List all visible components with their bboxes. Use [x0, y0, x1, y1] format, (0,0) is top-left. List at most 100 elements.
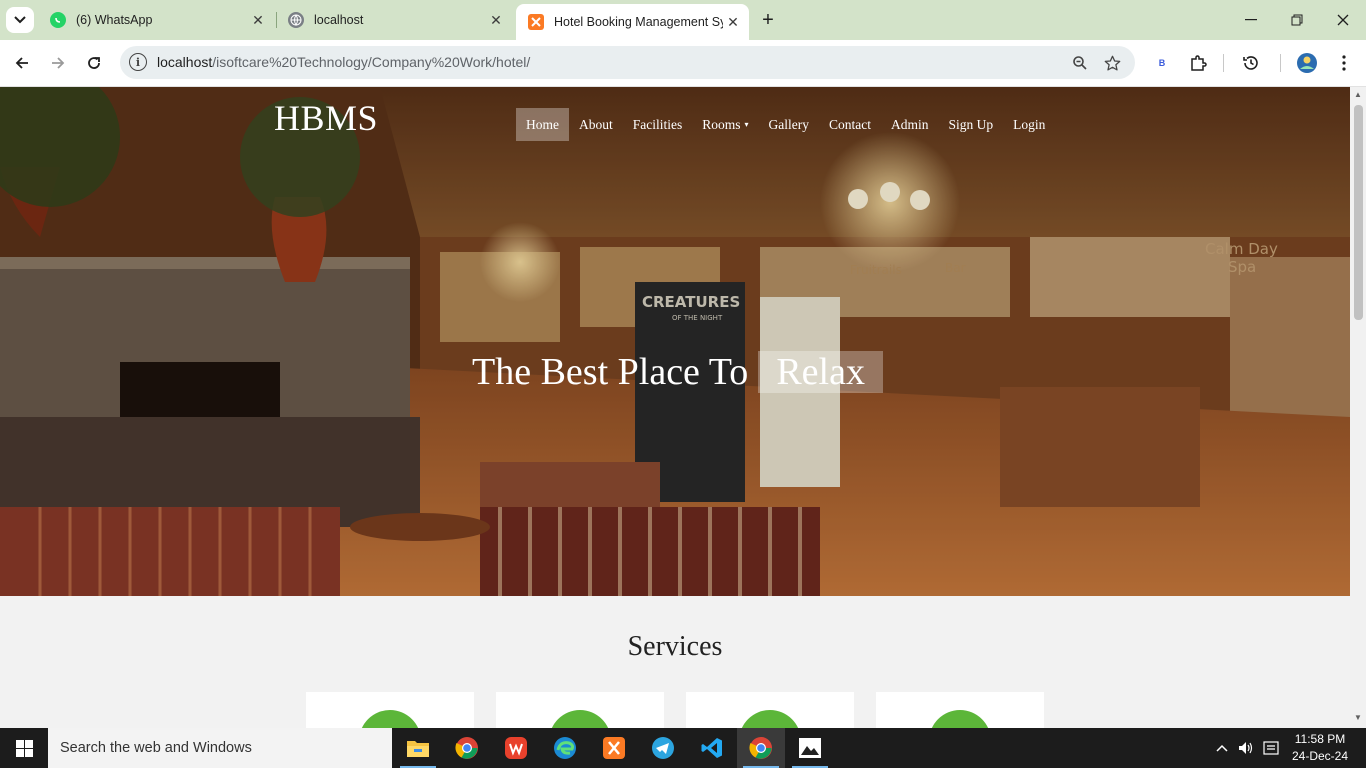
clock-time: 11:58 PM: [1294, 732, 1346, 746]
photos-icon: [799, 738, 821, 758]
windows-taskbar: Search the web and Windows 11:58 PM 24-D…: [0, 728, 1366, 768]
hero-headline: The Best Place To Relax: [472, 350, 883, 394]
extension-badge: B: [1158, 58, 1166, 68]
url-text[interactable]: localhost/isoftcare%20Technology/Company…: [157, 54, 530, 70]
hero-section: CREATURES OF THE NIGHT Fruitrails Bar Ca…: [0, 87, 1350, 596]
restore-icon: [1291, 14, 1303, 26]
nav-gallery[interactable]: Gallery: [759, 108, 819, 141]
minimize-button[interactable]: [1236, 8, 1266, 32]
nav-about[interactable]: About: [569, 108, 623, 141]
volume-icon[interactable]: [1236, 728, 1256, 768]
close-icon: [1337, 14, 1349, 26]
nav-home[interactable]: Home: [516, 108, 569, 141]
nav-login[interactable]: Login: [1003, 108, 1055, 141]
search-placeholder: Search the web and Windows: [60, 740, 252, 756]
service-card[interactable]: [686, 692, 854, 728]
new-tab-button[interactable]: +: [756, 8, 780, 32]
plus-icon: +: [762, 8, 774, 31]
page-scrollbar[interactable]: ▲ ▼: [1350, 87, 1366, 728]
profile-avatar[interactable]: [1296, 52, 1318, 74]
windows-logo-icon: [15, 739, 33, 757]
back-button[interactable]: [9, 50, 35, 76]
nav-label: Gallery: [768, 116, 810, 132]
service-icon: [929, 710, 991, 728]
site-info-icon[interactable]: i: [129, 53, 147, 71]
service-card[interactable]: [306, 692, 474, 728]
menu-kebab-icon[interactable]: [1333, 52, 1355, 74]
tab-search-button[interactable]: [6, 7, 34, 33]
action-center-icon[interactable]: [1260, 728, 1282, 768]
bookmark-star-icon[interactable]: [1102, 53, 1122, 73]
url-path: /isoftcare%20Technology/Company%20Work/h…: [212, 54, 531, 70]
taskbar-photos[interactable]: [786, 728, 834, 768]
tab-hotel-booking[interactable]: Hotel Booking Management Sy ✕: [516, 4, 749, 40]
globe-icon: [288, 12, 304, 28]
nav-label: Home: [526, 116, 559, 132]
tab-title: Hotel Booking Management Sy: [554, 15, 723, 29]
service-icon: [359, 710, 421, 728]
vscode-icon: [701, 738, 722, 758]
taskbar-telegram[interactable]: [639, 728, 687, 768]
arrow-left-icon: [15, 57, 28, 69]
forward-button[interactable]: [45, 50, 71, 76]
taskbar-wps-office[interactable]: [492, 728, 540, 768]
chevron-down-icon: [14, 16, 26, 24]
url-host: localhost: [157, 54, 213, 70]
service-card[interactable]: [876, 692, 1044, 728]
caret-down-icon: ▾: [744, 120, 749, 129]
address-bar[interactable]: i localhost/isoftcare%20Technology/Compa…: [120, 46, 1135, 79]
nav-sign-up[interactable]: Sign Up: [939, 108, 1004, 141]
restore-button[interactable]: [1282, 8, 1312, 32]
nav-label: Contact: [829, 116, 872, 132]
telegram-icon: [652, 737, 674, 759]
chrome-icon: [455, 737, 478, 759]
taskbar-chrome-active[interactable]: [737, 728, 785, 768]
chrome-icon: [749, 737, 772, 759]
nav-label: Login: [1013, 116, 1046, 132]
services-heading: Services: [627, 631, 723, 662]
close-icon[interactable]: ✕: [723, 12, 743, 32]
service-icon: [739, 710, 801, 728]
service-card[interactable]: [496, 692, 664, 728]
site-brand-logo[interactable]: HBMS: [274, 97, 378, 139]
extensions-puzzle-icon[interactable]: [1187, 52, 1209, 74]
toolbar-divider: [1280, 54, 1281, 72]
scroll-down-arrow-icon[interactable]: ▼: [1354, 713, 1362, 722]
zoom-icon[interactable]: [1070, 53, 1090, 73]
extension-b-icon[interactable]: B: [1151, 52, 1173, 74]
close-window-button[interactable]: [1328, 8, 1358, 32]
taskbar-vscode[interactable]: [688, 728, 736, 768]
taskbar-chrome[interactable]: [443, 728, 491, 768]
taskbar-clock[interactable]: 11:58 PM 24-Dec-24: [1290, 731, 1350, 765]
taskbar-edge[interactable]: [541, 728, 589, 768]
nav-contact[interactable]: Contact: [819, 108, 881, 141]
tray-overflow-chevron-icon[interactable]: [1212, 728, 1232, 768]
tab-whatsapp[interactable]: (6) WhatsApp ✕: [38, 4, 274, 36]
browser-tabstrip: (6) WhatsApp ✕ localhost ✕ Hotel Booking…: [0, 0, 1366, 40]
history-icon[interactable]: [1240, 52, 1262, 74]
toolbar-divider: [1223, 54, 1224, 72]
headline-prefix: The Best Place To: [472, 351, 749, 393]
nav-admin[interactable]: Admin: [881, 108, 939, 141]
taskbar-search-box[interactable]: Search the web and Windows: [48, 728, 392, 768]
page-viewport: CREATURES OF THE NIGHT Fruitrails Bar Ca…: [0, 87, 1350, 728]
minimize-icon: [1245, 19, 1257, 21]
scrollbar-thumb[interactable]: [1354, 105, 1363, 320]
nav-label: Facilities: [632, 116, 683, 132]
taskbar-file-explorer[interactable]: [394, 728, 442, 768]
reload-icon: [88, 57, 100, 69]
scroll-up-arrow-icon[interactable]: ▲: [1354, 90, 1362, 99]
nav-label: Admin: [891, 116, 929, 132]
wps-office-icon: [505, 737, 527, 759]
reload-button[interactable]: [81, 50, 107, 76]
taskbar-xampp[interactable]: [590, 728, 638, 768]
edge-icon: [554, 737, 576, 759]
nav-label: About: [579, 116, 613, 132]
close-icon[interactable]: ✕: [486, 10, 506, 30]
tab-localhost[interactable]: localhost ✕: [276, 4, 512, 36]
close-icon[interactable]: ✕: [248, 10, 268, 30]
xampp-icon: [603, 737, 625, 759]
nav-facilities[interactable]: Facilities: [623, 108, 693, 141]
start-button[interactable]: [0, 728, 48, 768]
nav-rooms[interactable]: Rooms ▾: [692, 108, 758, 141]
